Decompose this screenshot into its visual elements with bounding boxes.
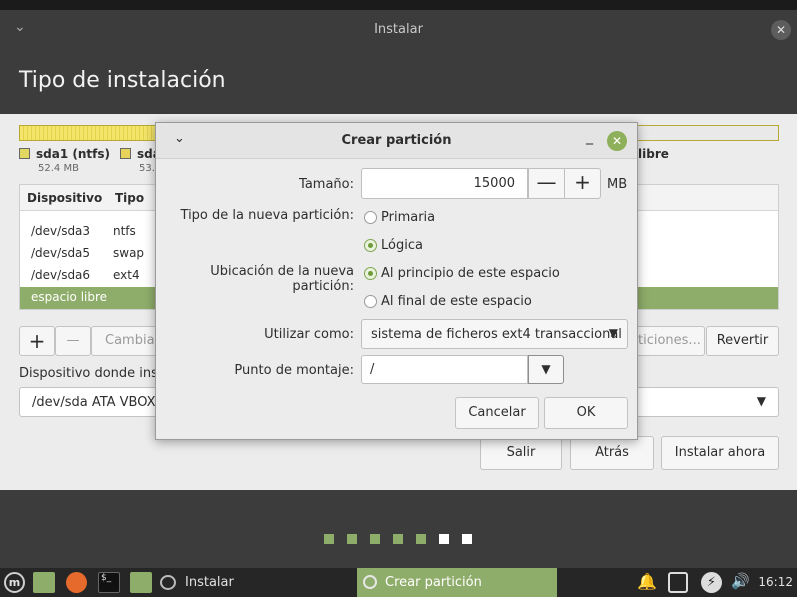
minimize-icon[interactable]: _	[586, 129, 593, 145]
mount-point-dropdown-button[interactable]: ▼	[528, 355, 564, 384]
notifications-icon[interactable]: 🔔	[637, 572, 657, 593]
cancel-button[interactable]: Cancelar	[455, 397, 539, 429]
location-beginning-radio[interactable]	[364, 267, 377, 280]
increment-size-button[interactable]: +	[564, 168, 601, 199]
row-device: /dev/sda6	[31, 268, 91, 282]
size-label: Tamaño:	[299, 177, 354, 192]
taskbar: m $_ Instalar Crear partición 🔔 ⚡ 🔊 16:1…	[0, 568, 797, 597]
column-header-type[interactable]: Tipo	[115, 191, 144, 205]
use-as-value: sistema de ficheros ext4 transaccional	[371, 327, 622, 342]
dropdown-arrow-icon: ▼	[756, 394, 766, 408]
mount-point-input[interactable]: /	[361, 355, 528, 384]
taskbar-app-installer[interactable]: Instalar	[185, 575, 234, 590]
row-device: /dev/sda3	[31, 224, 91, 238]
show-desktop-icon[interactable]	[33, 572, 55, 593]
progress-dot	[347, 534, 357, 544]
bootloader-device-value: /dev/sda ATA VBOX	[32, 395, 156, 410]
firefox-icon[interactable]	[66, 572, 87, 593]
menu-icon[interactable]: m	[4, 572, 25, 593]
page-header: Tipo de instalación	[0, 50, 797, 114]
dialog-titlebar: ⌄ Crear partición _ ✕	[156, 123, 637, 159]
change-partition-button[interactable]: Cambiar...	[91, 326, 171, 356]
column-header-device[interactable]: Dispositivo	[27, 191, 102, 205]
quit-button[interactable]: Salir	[480, 436, 562, 470]
row-device: espacio libre	[31, 290, 108, 304]
clock: 16:12	[758, 575, 793, 589]
row-type: swap	[113, 246, 145, 260]
location-end-label: Al final de este espacio	[381, 294, 532, 309]
primary-radio-label: Primaria	[381, 210, 436, 225]
use-as-select[interactable]: sistema de ficheros ext4 transaccional ▼	[361, 319, 628, 349]
close-icon[interactable]: ✕	[771, 20, 791, 40]
revert-button[interactable]: Revertir	[706, 326, 779, 356]
progress-dot	[324, 534, 334, 544]
network-icon[interactable]	[668, 572, 688, 593]
remove-partition-button[interactable]: —	[55, 326, 91, 356]
location-beginning-label: Al principio de este espacio	[381, 266, 560, 281]
location-end-radio[interactable]	[364, 295, 377, 308]
ok-button[interactable]: OK	[544, 397, 628, 429]
dropdown-arrow-icon: ▼	[541, 362, 551, 376]
legend-swatch	[19, 148, 30, 159]
logical-radio-label: Lógica	[381, 238, 423, 253]
window-titlebar: ⌄ Instalar ✕	[0, 10, 797, 50]
size-unit: MB	[607, 177, 628, 192]
add-partition-button[interactable]: +	[19, 326, 55, 356]
bootloader-label: Dispositivo donde insta	[19, 366, 171, 381]
row-device: /dev/sda5	[31, 246, 91, 260]
partition-location-label: Ubicación de la nueva partición:	[210, 264, 354, 294]
progress-dot	[462, 534, 472, 544]
volume-icon[interactable]: 🔊	[731, 572, 753, 593]
disc-icon	[160, 575, 176, 590]
primary-radio[interactable]	[364, 211, 377, 224]
legend-name: sda1 (ntfs)	[36, 147, 110, 161]
close-icon[interactable]: ✕	[607, 131, 627, 151]
legend-item: sda1 (ntfs) 52.4 MB	[19, 147, 110, 174]
folder-icon[interactable]	[130, 572, 152, 593]
progress-dot	[439, 534, 449, 544]
partition-type-label: Tipo de la nueva partición:	[180, 208, 354, 223]
progress-dot	[393, 534, 403, 544]
legend-swatch	[120, 148, 131, 159]
row-type: ext4	[113, 268, 140, 282]
use-as-label: Utilizar como:	[264, 327, 354, 342]
logical-radio[interactable]	[364, 239, 377, 252]
progress-footer	[0, 490, 797, 568]
taskbar-active-label: Crear partición	[385, 575, 482, 590]
progress-dot	[370, 534, 380, 544]
create-partition-dialog: ⌄ Crear partición _ ✕ Tamaño: 15000 — + …	[155, 122, 638, 440]
size-input[interactable]: 15000	[361, 168, 528, 199]
terminal-icon[interactable]: $_	[98, 572, 120, 593]
legend-size: 52.4 MB	[38, 163, 79, 174]
back-button[interactable]: Atrás	[570, 436, 654, 470]
row-type: ntfs	[113, 224, 136, 238]
page-title: Tipo de instalación	[19, 68, 226, 93]
dropdown-arrow-icon: ▼	[608, 326, 618, 340]
legend-item: libre	[638, 147, 669, 161]
disc-icon	[363, 575, 377, 589]
install-now-button[interactable]: Instalar ahora	[661, 436, 779, 470]
power-icon[interactable]: ⚡	[701, 572, 722, 593]
decrement-size-button[interactable]: —	[528, 168, 565, 199]
dialog-title: Crear partición	[341, 133, 452, 148]
mount-point-label: Punto de montaje:	[234, 363, 354, 378]
progress-dot	[416, 534, 426, 544]
legend-name: libre	[638, 147, 669, 161]
taskbar-app-create-partition[interactable]: Crear partición	[357, 568, 557, 597]
window-title: Instalar	[374, 22, 423, 37]
